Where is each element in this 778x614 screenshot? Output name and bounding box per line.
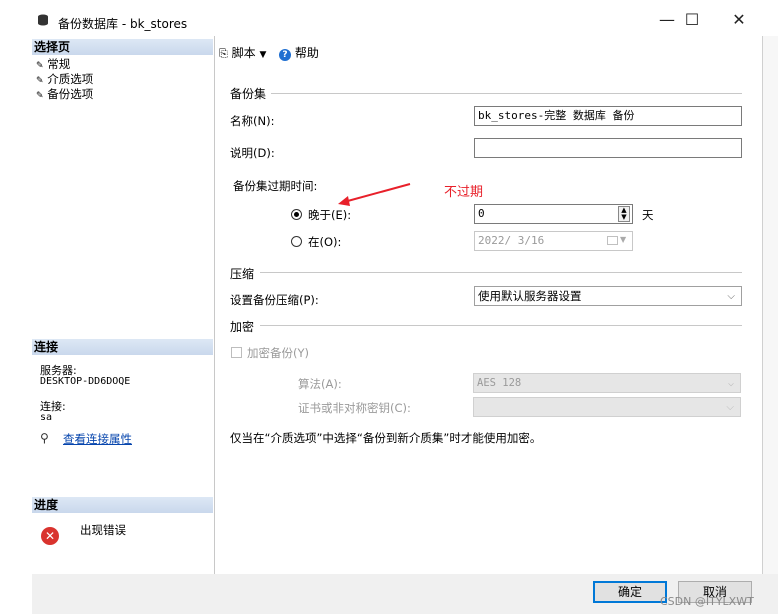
- compression-setting-label: 设置备份压缩(P):: [230, 293, 319, 307]
- encrypt-label: 加密备份(Y): [247, 346, 309, 360]
- compression-section-label: 压缩: [230, 267, 255, 281]
- name-label: 名称(N):: [230, 114, 275, 128]
- backup-set-divider: [271, 93, 742, 94]
- algorithm-label: 算法(A):: [298, 377, 342, 391]
- page-item-general[interactable]: ✎ 常规: [36, 56, 70, 72]
- annotation-text: 不过期: [444, 185, 484, 200]
- page-item-media-options[interactable]: ✎ 介质选项: [36, 71, 93, 87]
- encryption-section-label: 加密: [230, 320, 255, 334]
- chevron-down-icon: ▼: [259, 50, 267, 60]
- encryption-note: 仅当在“介质选项”中选择“备份到新介质集”时才能使用加密。: [230, 431, 542, 445]
- days-unit: 天: [642, 208, 654, 222]
- close-button[interactable]: ✕: [726, 8, 752, 32]
- minimize-button[interactable]: —: [654, 8, 680, 32]
- annotation-arrow: [338, 183, 411, 206]
- connection-properties-icon: ⚲: [40, 431, 49, 445]
- after-label: 晚于(E):: [308, 208, 352, 222]
- select-page-heading: 选择页: [32, 39, 213, 55]
- page-item-backup-options[interactable]: ✎ 备份选项: [36, 86, 93, 102]
- ok-button[interactable]: 确定: [593, 581, 667, 603]
- on-date-label: 在(O):: [308, 235, 342, 249]
- wrench-icon: ✎: [36, 91, 44, 101]
- help-label: 帮助: [294, 46, 319, 60]
- chevron-down-icon: ⌵: [727, 378, 734, 389]
- certificate-select[interactable]: ⌵: [473, 397, 741, 417]
- watermark: CSDN @ITYLXWT: [660, 595, 754, 608]
- page-item-label: 常规: [47, 57, 71, 71]
- error-icon: ✕: [41, 527, 59, 545]
- wrench-icon: ✎: [36, 61, 44, 71]
- connection-heading: 连接: [32, 339, 213, 355]
- encrypt-checkbox[interactable]: [231, 347, 242, 358]
- algorithm-select[interactable]: AES 128 ⌵: [473, 373, 741, 393]
- chevron-down-icon: ▼: [620, 235, 627, 244]
- database-icon: [38, 14, 48, 26]
- chevron-down-icon: ⌵: [727, 291, 735, 302]
- compression-divider: [260, 272, 742, 273]
- script-button[interactable]: ⎘ 脚本 ▼: [219, 44, 266, 61]
- on-date-radio[interactable]: [291, 236, 302, 247]
- maximize-button[interactable]: ☐: [679, 8, 705, 32]
- certificate-label: 证书或非对称密钥(C):: [298, 401, 411, 415]
- encryption-divider: [260, 325, 742, 326]
- progress-status: 出现错误: [80, 523, 126, 537]
- server-value: DESKTOP-DD6DOQE: [40, 376, 131, 387]
- algorithm-select-value: AES 128: [477, 377, 522, 389]
- page-item-label: 备份选项: [47, 87, 94, 101]
- progress-heading: 进度: [32, 497, 213, 513]
- help-button[interactable]: ? 帮助: [279, 44, 319, 61]
- background-window-edge: [762, 36, 778, 574]
- description-label: 说明(D):: [230, 146, 275, 160]
- compression-select-value: 使用默认服务器设置: [478, 289, 582, 303]
- page-item-label: 介质选项: [47, 72, 94, 86]
- backup-set-section-label: 备份集: [230, 87, 267, 101]
- left-pane: [32, 36, 215, 574]
- window-title: 备份数据库 - bk_stores: [58, 17, 188, 31]
- calendar-icon: [607, 236, 618, 245]
- script-icon: ⎘: [219, 47, 228, 60]
- after-days-input[interactable]: 0: [474, 204, 633, 224]
- view-connection-properties-link[interactable]: 查看连接属性: [63, 431, 132, 447]
- help-icon: ?: [279, 49, 291, 61]
- compression-select[interactable]: 使用默认服务器设置 ⌵: [474, 286, 742, 306]
- chevron-down-icon: ⌵: [726, 402, 734, 413]
- expire-label: 备份集过期时间:: [233, 179, 318, 193]
- days-spinner[interactable]: ▲ ▼: [618, 206, 630, 222]
- description-input[interactable]: [474, 138, 742, 158]
- after-radio[interactable]: [291, 209, 302, 220]
- script-label: 脚本: [231, 46, 256, 60]
- wrench-icon: ✎: [36, 76, 44, 86]
- connection-value: sa: [40, 412, 53, 423]
- name-input[interactable]: bk_stores-完整 数据库 备份: [474, 106, 742, 126]
